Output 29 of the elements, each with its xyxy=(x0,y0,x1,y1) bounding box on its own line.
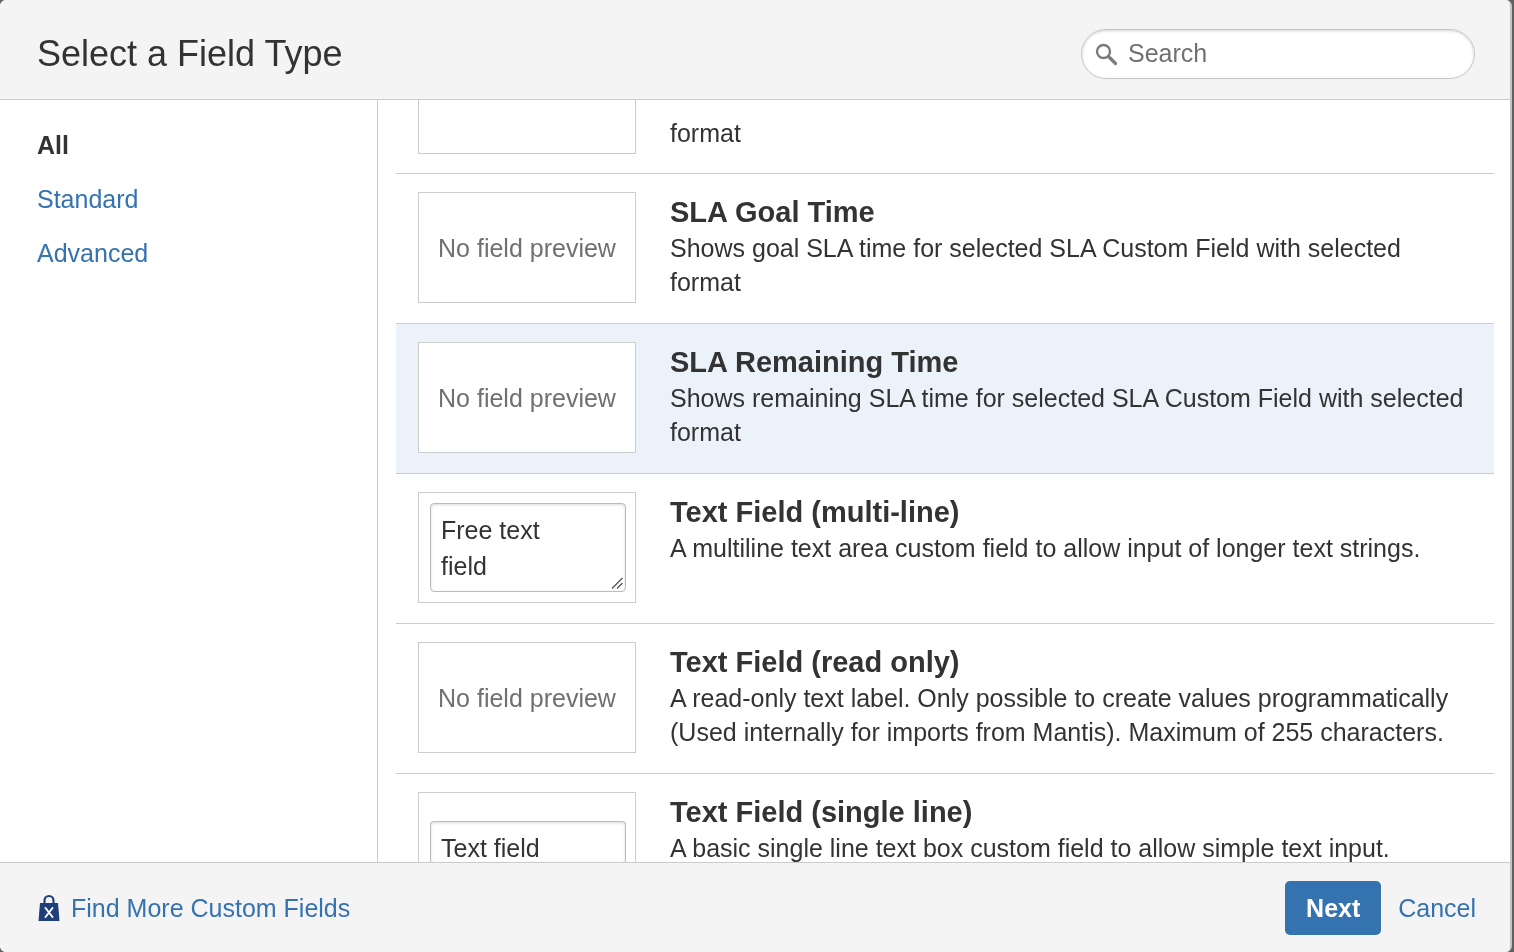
cancel-link[interactable]: Cancel xyxy=(1398,892,1476,923)
preview-text: No field preview xyxy=(438,232,616,263)
field-type-title: Text Field (single line) xyxy=(670,795,974,829)
text-input-field: Text field xyxy=(430,821,626,862)
field-type-description: A basic single line text box custom field to allow simple text input. xyxy=(670,833,1391,862)
sidebar-item[interactable]: Standard xyxy=(37,184,139,214)
field-type-title: Text Field (multi-line) xyxy=(670,495,961,529)
dialog-title: Select a Field Type xyxy=(37,32,343,75)
field-type-description: Shows goal SLA time for selected SLA Custom Field with selected format xyxy=(670,233,1402,298)
field-type-description: A multiline text area custom field to allow input of longer text strings. xyxy=(670,533,1422,564)
preview-text: No field preview xyxy=(438,382,616,413)
preview-text: No field preview xyxy=(438,682,616,713)
sidebar-item[interactable]: Advanced xyxy=(37,238,149,268)
field-type-description: format xyxy=(670,118,742,149)
field-type-description: A read-only text label. Only possible to create values programmatically (Used internally for imports from Mantis). Maximum of 255 characters. xyxy=(670,683,1450,748)
field-type-row[interactable]: No field preview SLA Remaining Time Shows remaining SLA time for selected SLA Custom Field with selected format xyxy=(396,324,1494,474)
shopping-bag-icon xyxy=(38,893,60,922)
field-type-title: SLA Remaining Time xyxy=(670,345,960,379)
field-type-row[interactable]: format xyxy=(396,100,1494,174)
resize-grip-icon xyxy=(611,577,623,589)
field-type-title: SLA Goal Time xyxy=(670,195,876,229)
textarea-field: Free text field xyxy=(430,503,626,592)
search-field[interactable]: Search xyxy=(1081,28,1475,79)
search-icon xyxy=(1094,41,1118,66)
next-button[interactable]: Next xyxy=(1285,880,1382,935)
find-more-link[interactable]: Find More Custom Fields xyxy=(38,892,351,923)
field-type-description: Shows remaining SLA time for selected SLA Custom Field with selected format xyxy=(670,383,1465,448)
field-type-title: Text Field (read only) xyxy=(670,645,961,679)
sidebar-item[interactable]: All xyxy=(37,130,69,160)
